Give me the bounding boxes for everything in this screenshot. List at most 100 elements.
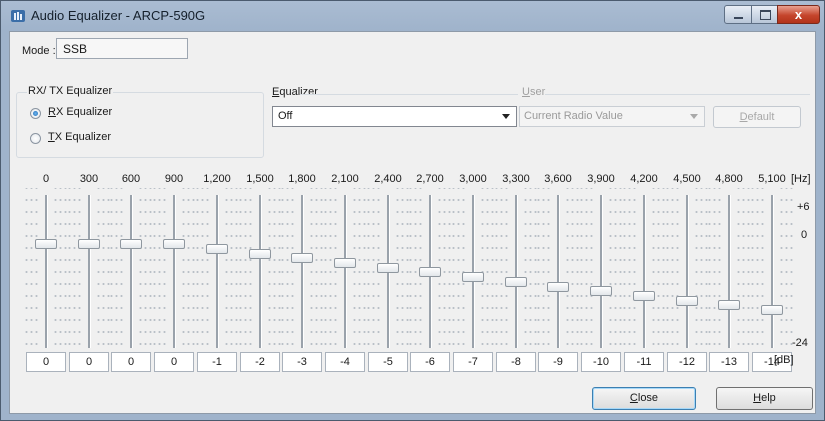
chevron-down-icon (690, 114, 698, 119)
band-slider-track[interactable] (301, 195, 304, 348)
help-button[interactable]: Help (716, 387, 813, 410)
band-frequency-label: 3,600 (544, 173, 572, 185)
user-preset-dropdown[interactable]: Current Radio Value (519, 106, 705, 127)
band-scale-dots (494, 188, 510, 346)
band-gain-value: -8 (496, 352, 536, 372)
band-slider-thumb[interactable] (633, 291, 655, 301)
band-gain-value: -6 (410, 352, 450, 372)
default-button[interactable]: Default (713, 106, 801, 128)
band-slider-track[interactable] (643, 195, 646, 348)
band-slider-thumb[interactable] (462, 272, 484, 282)
band-gain-value: 0 (26, 352, 66, 372)
band-slider-thumb[interactable] (505, 277, 527, 287)
equalizer-app-icon (11, 10, 25, 22)
band-slider-track[interactable] (686, 195, 689, 348)
close-icon: x (794, 7, 803, 22)
band-slider-thumb[interactable] (249, 249, 271, 259)
band-slider-track[interactable] (259, 195, 262, 348)
band-gain-value: -9 (538, 352, 578, 372)
user-label: User (522, 86, 546, 98)
audio-equalizer-window: Audio Equalizer - ARCP-590G x Mode : SSB… (0, 0, 825, 421)
band-frequency-label: 0 (42, 173, 50, 185)
mode-value-field: SSB (56, 38, 188, 59)
band-frequency-label: 2,100 (331, 173, 359, 185)
band-gain-value: -7 (453, 352, 493, 372)
band-slider-thumb[interactable] (377, 263, 399, 273)
band-slider-track[interactable] (728, 195, 731, 348)
band-scale-dots (665, 188, 681, 346)
band-scale-dots (24, 188, 40, 346)
equalizer-label: Equalizer (272, 86, 318, 98)
band-gain-value: -13 (709, 352, 749, 372)
band-slider-track[interactable] (45, 195, 48, 348)
tx-equalizer-label[interactable]: TX Equalizer (48, 131, 111, 143)
band-gain-value: -12 (667, 352, 707, 372)
band-scale-dots (779, 188, 795, 346)
rx-tx-group-box (16, 92, 264, 158)
band-frequency-label: 2,700 (416, 173, 444, 185)
band-slider-thumb[interactable] (761, 305, 783, 315)
band-frequency-label: 600 (121, 173, 141, 185)
band-slider-track[interactable] (88, 195, 91, 348)
band-gain-value: 0 (154, 352, 194, 372)
band-slider-thumb[interactable] (35, 239, 57, 249)
db-unit-label: [dB] (774, 354, 794, 366)
band-slider-track[interactable] (515, 195, 518, 348)
tx-equalizer-radio[interactable] (30, 133, 41, 144)
band-slider-thumb[interactable] (334, 258, 356, 268)
band-gain-value: -2 (240, 352, 280, 372)
band-frequency-label: 4,500 (673, 173, 701, 185)
band-gain-value: -5 (368, 352, 408, 372)
band-slider-thumb[interactable] (718, 300, 740, 310)
band-scale-dots (109, 188, 125, 346)
band-gain-value: -4 (325, 352, 365, 372)
band-scale-dots (451, 188, 467, 346)
rx-tx-group-legend: RX/ TX Equalizer (27, 85, 114, 97)
band-slider-thumb[interactable] (676, 296, 698, 306)
dialog-client-area: Mode : SSB RX/ TX Equalizer RX Equalizer… (9, 31, 816, 414)
band-frequency-label: 3,900 (587, 173, 615, 185)
window-title: Audio Equalizer - ARCP-590G (31, 8, 206, 23)
band-slider-track[interactable] (557, 195, 560, 348)
band-gain-value: 0 (69, 352, 109, 372)
band-scale-dots (707, 188, 723, 346)
db-scale-bottom: -24 (792, 337, 808, 349)
band-slider-track[interactable] (173, 195, 176, 348)
title-bar[interactable]: Audio Equalizer - ARCP-590G x (1, 1, 824, 31)
user-separator (545, 94, 810, 95)
chevron-down-icon (502, 114, 510, 119)
band-frequency-label: 2,400 (374, 173, 402, 185)
band-scale-dots (536, 188, 552, 346)
band-slider-thumb[interactable] (590, 286, 612, 296)
band-slider-track[interactable] (771, 195, 774, 348)
band-slider-thumb[interactable] (547, 282, 569, 292)
equalizer-separator (300, 94, 518, 95)
mode-label: Mode : (22, 45, 56, 57)
band-gain-value: -10 (581, 352, 621, 372)
band-frequency-label: 1,800 (288, 173, 316, 185)
band-slider-track[interactable] (130, 195, 133, 348)
band-slider-thumb[interactable] (291, 253, 313, 263)
band-frequency-label: 4,200 (630, 173, 658, 185)
band-slider-track[interactable] (216, 195, 219, 348)
band-slider-track[interactable] (344, 195, 347, 348)
db-scale-top: +6 (797, 201, 810, 213)
equalizer-dropdown[interactable]: Off (272, 106, 517, 127)
close-button[interactable]: Close (592, 387, 696, 410)
band-slider-thumb[interactable] (419, 267, 441, 277)
band-scale-dots (622, 188, 638, 346)
band-slider-thumb[interactable] (120, 239, 142, 249)
equalizer-selected-value: Off (278, 110, 293, 122)
maximize-button[interactable] (751, 5, 778, 24)
user-selected-value: Current Radio Value (524, 110, 623, 122)
band-frequency-label: 4,800 (715, 173, 743, 185)
rx-equalizer-label[interactable]: RX Equalizer (48, 106, 112, 118)
band-slider-thumb[interactable] (163, 239, 185, 249)
minimize-button[interactable] (724, 5, 752, 24)
band-slider-track[interactable] (600, 195, 603, 348)
band-slider-thumb[interactable] (206, 244, 228, 254)
close-window-button[interactable]: x (777, 5, 820, 24)
band-slider-thumb[interactable] (78, 239, 100, 249)
rx-equalizer-radio[interactable] (30, 108, 41, 119)
band-gain-value: -3 (282, 352, 322, 372)
